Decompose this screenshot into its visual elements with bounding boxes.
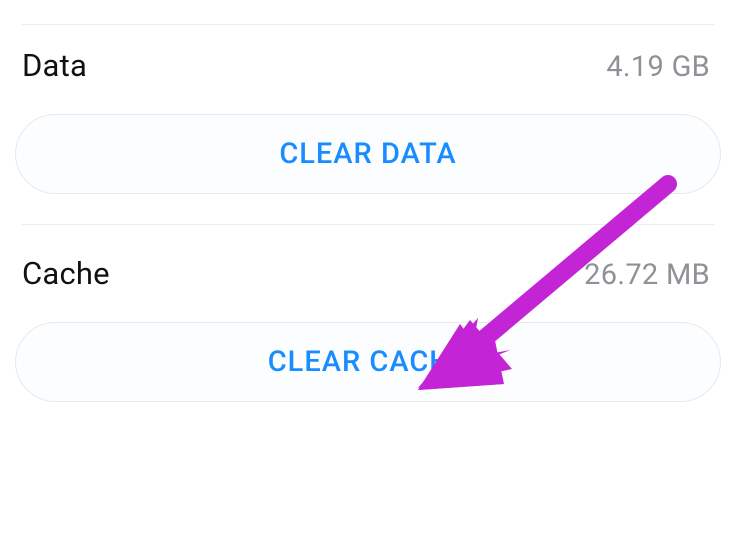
cache-section: Cache 26.72 MB CLEAR CACHE bbox=[0, 225, 736, 402]
data-row: Data 4.19 GB bbox=[0, 25, 736, 100]
clear-cache-button[interactable]: CLEAR CACHE bbox=[15, 322, 721, 402]
cache-value: 26.72 MB bbox=[584, 258, 710, 292]
cache-row: Cache 26.72 MB bbox=[0, 225, 736, 308]
data-section: Data 4.19 GB CLEAR DATA bbox=[0, 25, 736, 194]
cache-label: Cache bbox=[22, 255, 110, 292]
data-label: Data bbox=[22, 47, 87, 84]
storage-settings-panel: Data 4.19 GB CLEAR DATA Cache 26.72 MB C… bbox=[0, 24, 736, 558]
data-value: 4.19 GB bbox=[606, 50, 710, 84]
clear-data-button[interactable]: CLEAR DATA bbox=[15, 114, 721, 194]
